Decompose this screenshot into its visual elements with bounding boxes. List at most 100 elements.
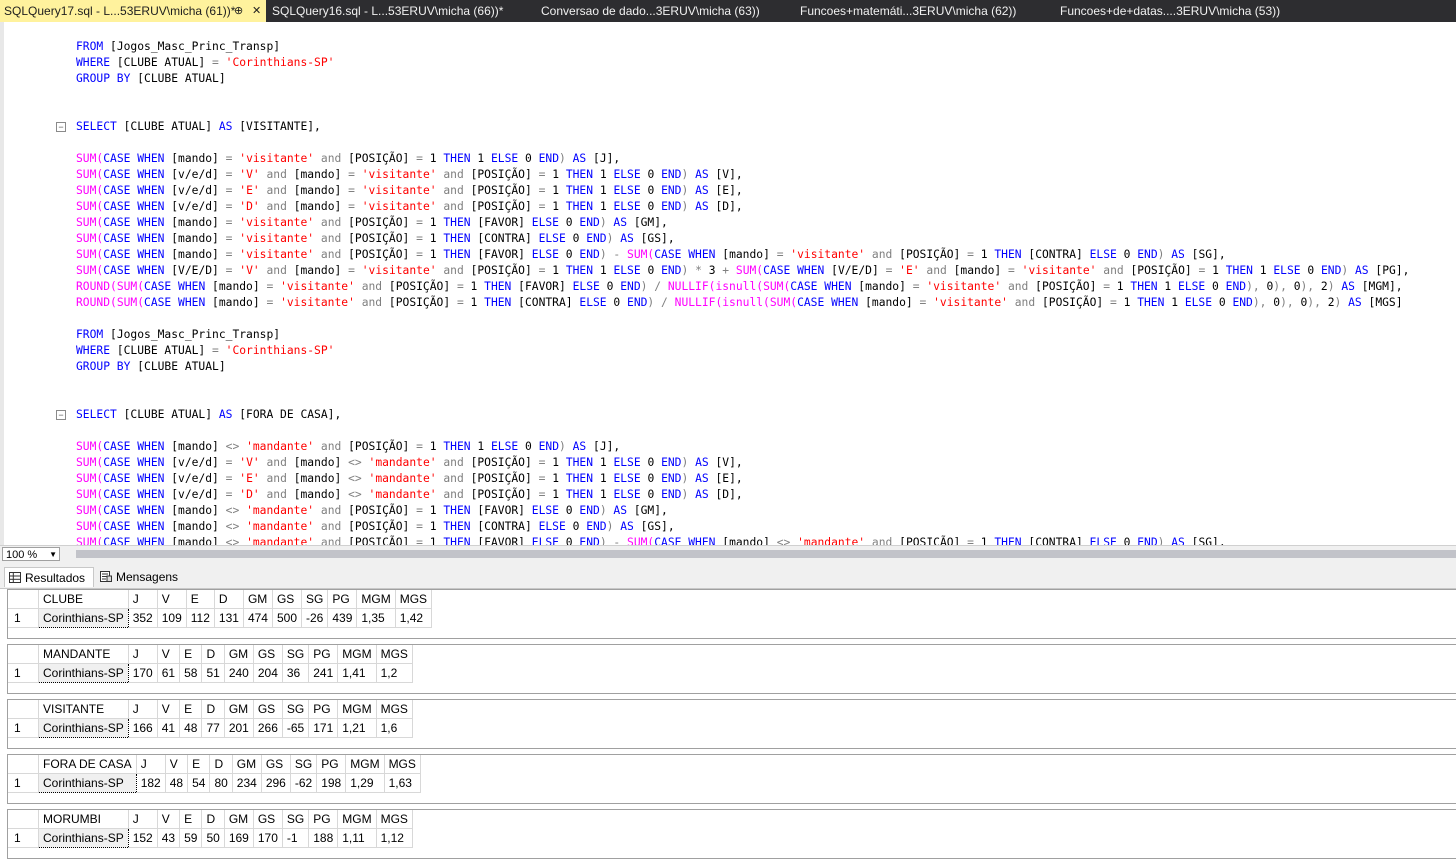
table-cell[interactable]: 1,12 bbox=[376, 828, 413, 848]
table-cell[interactable]: 188 bbox=[308, 828, 339, 848]
table-cell[interactable]: 50 bbox=[201, 828, 225, 848]
table-cell[interactable]: 234 bbox=[232, 773, 262, 793]
code-line[interactable]: SUM(CASE WHEN [v/e/d] = 'V' and [mando] … bbox=[76, 455, 1409, 471]
column-header[interactable]: E bbox=[187, 755, 211, 774]
code-line[interactable]: SUM(CASE WHEN [v/e/d] = 'E' and [mando] … bbox=[76, 471, 1409, 487]
table-cell[interactable]: 171 bbox=[308, 718, 339, 738]
table-cell[interactable]: 58 bbox=[179, 663, 203, 683]
column-header[interactable]: D bbox=[201, 645, 225, 664]
table-cell[interactable]: 1,41 bbox=[337, 663, 377, 683]
code-line[interactable]: WHERE [CLUBE ATUAL] = 'Corinthians-SP' bbox=[76, 55, 1409, 71]
table-cell[interactable]: 1,21 bbox=[337, 718, 377, 738]
column-header[interactable]: MGS bbox=[376, 645, 413, 664]
column-header[interactable]: D bbox=[201, 810, 225, 829]
table-cell[interactable]: 474 bbox=[243, 608, 273, 628]
code-line[interactable] bbox=[76, 311, 1409, 327]
close-icon[interactable]: ✕ bbox=[252, 0, 261, 22]
table-cell[interactable]: -65 bbox=[282, 718, 310, 738]
code-line[interactable]: SUM(CASE WHEN [v/e/d] = 'D' and [mando] … bbox=[76, 487, 1409, 503]
table-cell[interactable]: 54 bbox=[187, 773, 211, 793]
table-cell[interactable]: 112 bbox=[186, 608, 215, 628]
column-header[interactable]: VISITANTE bbox=[38, 700, 129, 719]
table-cell[interactable]: 169 bbox=[224, 828, 254, 848]
code-line[interactable]: SUM(CASE WHEN [mando] <> 'mandante' and … bbox=[76, 439, 1409, 455]
column-header[interactable]: V bbox=[157, 810, 181, 829]
table-cell[interactable]: 131 bbox=[214, 608, 244, 628]
column-header[interactable]: GS bbox=[272, 590, 303, 609]
tab-funcoes-datas[interactable]: Funcoes+de+datas....3ERUV\micha (53)) bbox=[1060, 0, 1300, 22]
table-cell[interactable]: 1,42 bbox=[395, 608, 433, 628]
code-line[interactable] bbox=[76, 423, 1409, 439]
column-header[interactable]: V bbox=[157, 590, 187, 609]
code-line[interactable]: FROM [Jogos_Masc_Princ_Transp] bbox=[76, 39, 1409, 55]
row-number[interactable]: 1 bbox=[8, 608, 39, 628]
collapse-icon[interactable]: − bbox=[56, 410, 66, 420]
column-header[interactable]: MGS bbox=[395, 590, 433, 609]
table-cell[interactable]: -1 bbox=[282, 828, 310, 848]
table-cell[interactable]: 170 bbox=[128, 663, 158, 683]
column-header[interactable]: MGM bbox=[337, 810, 377, 829]
table-cell[interactable]: 198 bbox=[316, 773, 347, 793]
column-header[interactable]: MGM bbox=[337, 645, 377, 664]
code-line[interactable] bbox=[76, 391, 1409, 407]
column-header[interactable]: E bbox=[179, 810, 203, 829]
table-row[interactable]: 1 Corinthians-SP 152 43 59 50 169 170 -1 188 1,11 1… bbox=[8, 828, 413, 848]
tab-resultados[interactable]: Resultados bbox=[4, 567, 94, 587]
column-header[interactable]: MANDANTE bbox=[38, 645, 129, 664]
code-line[interactable]: SUM(CASE WHEN [mando] = 'visitante' and … bbox=[76, 151, 1409, 167]
column-header[interactable]: GS bbox=[253, 810, 283, 829]
column-header[interactable]: D bbox=[201, 700, 225, 719]
code-line[interactable] bbox=[76, 375, 1409, 391]
column-header[interactable]: GM bbox=[243, 590, 273, 609]
table-cell[interactable]: 266 bbox=[253, 718, 283, 738]
code-line[interactable]: SELECT [CLUBE ATUAL] AS [FORA DE CASA], bbox=[76, 407, 1409, 423]
table-cell[interactable]: 41 bbox=[157, 718, 181, 738]
column-header[interactable]: MGM bbox=[345, 755, 385, 774]
row-number[interactable]: 1 bbox=[8, 718, 39, 738]
table-cell[interactable]: 59 bbox=[179, 828, 203, 848]
code-line[interactable]: SUM(CASE WHEN [mando] = 'visitante' and … bbox=[76, 231, 1409, 247]
query-editor[interactable]: − − FROM [Jogos_Masc_Princ_Transp] WHERE … bbox=[0, 22, 1456, 545]
column-header[interactable]: D bbox=[209, 755, 233, 774]
column-header[interactable]: PG bbox=[327, 590, 358, 609]
column-header[interactable]: MGS bbox=[384, 755, 421, 774]
table-cell[interactable]: 204 bbox=[253, 663, 283, 683]
column-header[interactable]: J bbox=[128, 700, 158, 719]
column-header[interactable]: GM bbox=[224, 645, 254, 664]
column-header[interactable]: MGS bbox=[376, 810, 413, 829]
row-number[interactable]: 1 bbox=[8, 773, 39, 793]
column-header[interactable]: SG bbox=[282, 645, 310, 664]
table-cell[interactable]: Corinthians-SP bbox=[38, 828, 129, 848]
table-cell[interactable]: Corinthians-SP bbox=[38, 663, 129, 683]
grid-corner[interactable] bbox=[8, 645, 39, 664]
grid-corner[interactable] bbox=[8, 590, 39, 609]
column-header[interactable]: V bbox=[157, 700, 181, 719]
column-header[interactable]: J bbox=[128, 590, 158, 609]
table-cell[interactable]: 80 bbox=[209, 773, 233, 793]
tab-funcoes-matematicas[interactable]: Funcoes+matemáti...3ERUV\micha (62)) bbox=[800, 0, 1040, 22]
collapse-icon[interactable]: − bbox=[56, 122, 66, 132]
table-cell[interactable]: 1,6 bbox=[376, 718, 413, 738]
code-line[interactable]: GROUP BY [CLUBE ATUAL] bbox=[76, 359, 1409, 375]
code-line[interactable] bbox=[76, 135, 1409, 151]
column-header[interactable]: CLUBE bbox=[38, 590, 129, 609]
column-header[interactable]: V bbox=[157, 645, 181, 664]
table-cell[interactable]: 1,63 bbox=[384, 773, 421, 793]
sql-code[interactable]: FROM [Jogos_Masc_Princ_Transp] WHERE [CLU… bbox=[76, 39, 1409, 545]
code-line[interactable]: SUM(CASE WHEN [mando] <> 'mandante' and … bbox=[76, 535, 1409, 545]
row-number[interactable]: 1 bbox=[8, 663, 39, 683]
table-row[interactable]: 1 Corinthians-SP 170 61 58 51 240 204 36 241 1,41 1… bbox=[8, 663, 413, 683]
code-line[interactable]: SUM(CASE WHEN [v/e/d] = 'E' and [mando] … bbox=[76, 183, 1409, 199]
table-cell[interactable]: 48 bbox=[179, 718, 203, 738]
table-row[interactable]: 1 Corinthians-SP 166 41 48 77 201 266 -65 171 1,21… bbox=[8, 718, 413, 738]
column-header[interactable]: E bbox=[179, 645, 203, 664]
table-cell[interactable]: 201 bbox=[224, 718, 254, 738]
table-cell[interactable]: 61 bbox=[157, 663, 181, 683]
table-cell[interactable]: 1,11 bbox=[337, 828, 377, 848]
table-cell[interactable]: Corinthians-SP bbox=[38, 608, 129, 628]
code-line[interactable]: SUM(CASE WHEN [V/E/D] = 'V' and [mando] … bbox=[76, 263, 1409, 279]
code-line[interactable] bbox=[76, 103, 1409, 119]
result-grid-visitante[interactable]: VISITANTE J V E D GM GS SG PG MGM MGS 1 Corinthians-… bbox=[7, 699, 1456, 749]
column-header[interactable]: GM bbox=[224, 810, 254, 829]
column-header[interactable]: GM bbox=[232, 755, 262, 774]
